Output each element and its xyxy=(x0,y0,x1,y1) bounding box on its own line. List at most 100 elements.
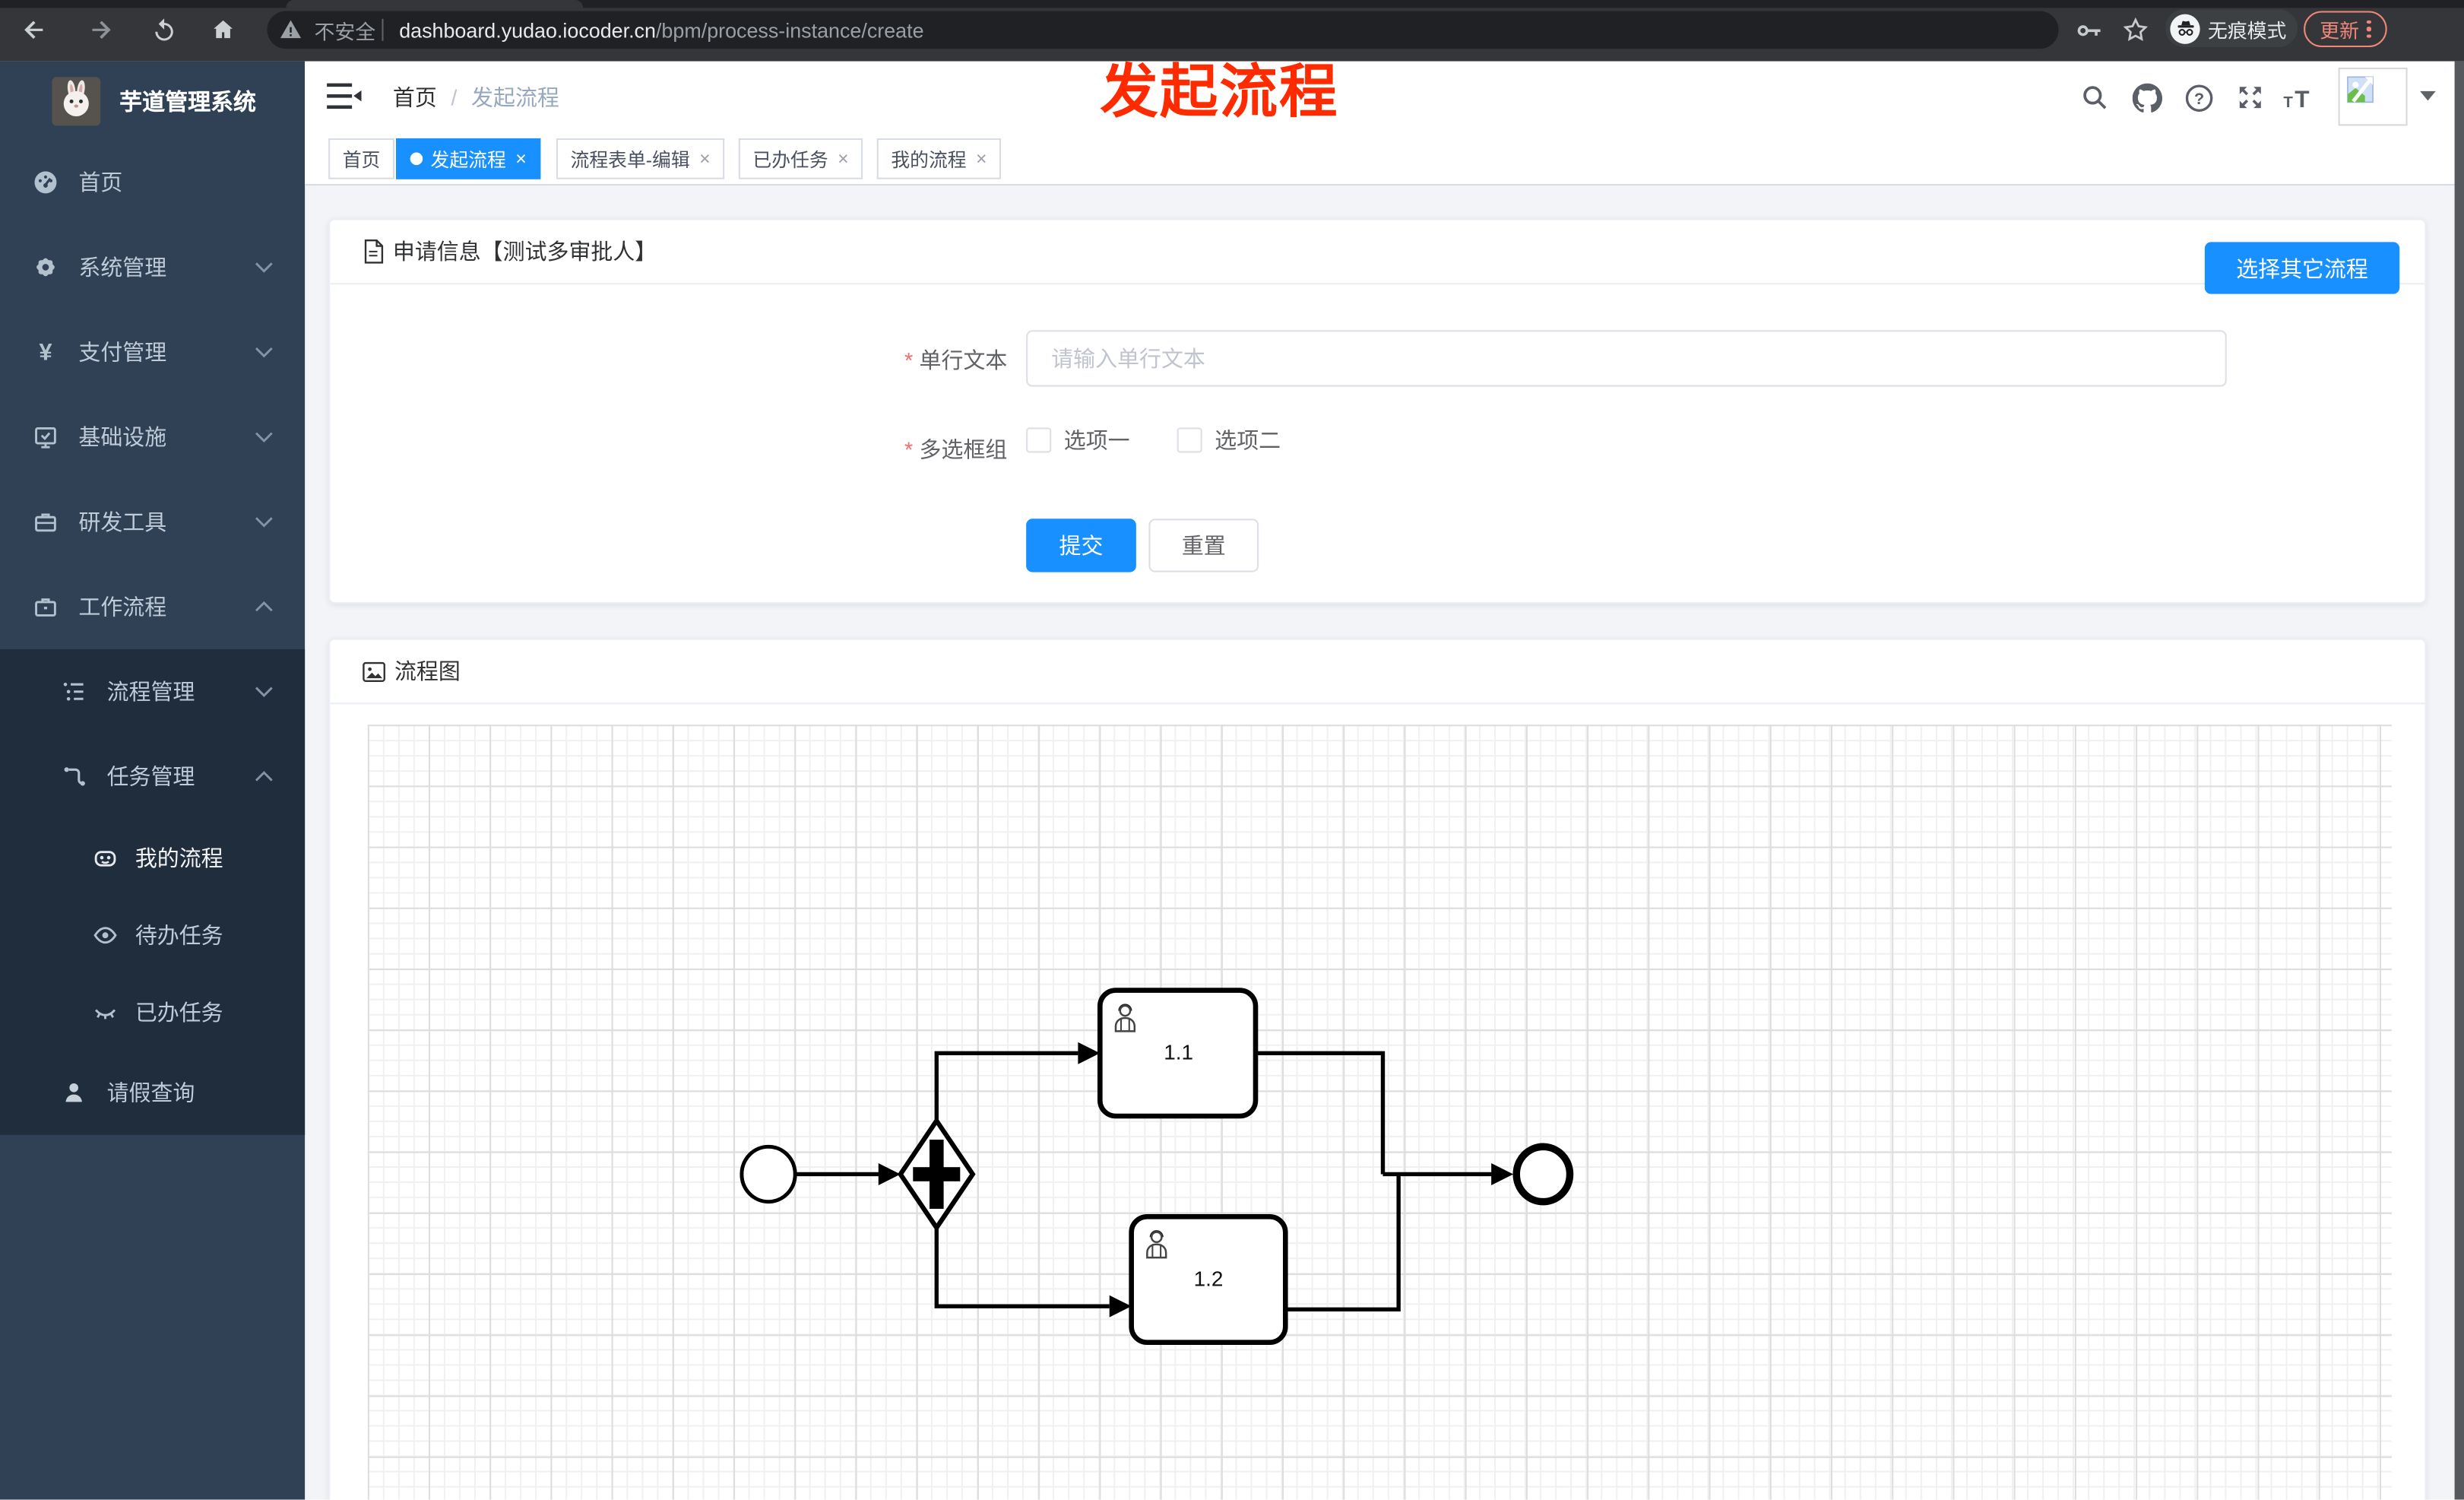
breadcrumb-separator: / xyxy=(451,84,458,109)
browser-home-button[interactable] xyxy=(204,11,242,49)
close-icon[interactable]: × xyxy=(838,147,849,170)
sidebar-item-my-process[interactable]: 我的流程 xyxy=(0,819,305,896)
bpmn-canvas[interactable]: 1.1 1.2 xyxy=(367,725,2392,1500)
arrowhead xyxy=(1078,1042,1101,1064)
arrowhead xyxy=(878,1163,901,1185)
robot-face-icon xyxy=(94,850,116,866)
sidebar-item-system[interactable]: 系统管理 xyxy=(0,225,305,310)
page-scrollbar[interactable] xyxy=(2454,61,2464,1500)
required-asterisk: * xyxy=(904,347,914,373)
browser-forward-button[interactable] xyxy=(82,11,120,49)
sidebar-item-devtools[interactable]: 研发工具 xyxy=(0,480,305,565)
sidebar-item-done-tasks[interactable]: 已办任务 xyxy=(0,973,305,1050)
process-diagram-card: 流程图 1.1 1.2 xyxy=(328,638,2427,1500)
yen-icon: ¥ xyxy=(39,340,52,365)
diagram-card-header: 流程图 xyxy=(330,640,2425,705)
sidebar-item-infra[interactable]: 基础设施 xyxy=(0,395,305,480)
github-icon xyxy=(2131,82,2162,112)
reset-button[interactable]: 重置 xyxy=(1148,518,1259,572)
close-icon[interactable]: × xyxy=(515,147,527,170)
header-fontsize-button[interactable]: TT xyxy=(2282,80,2316,114)
checkbox-option-1[interactable]: 选项一 xyxy=(1026,424,1130,455)
sidebar-item-home[interactable]: 首页 xyxy=(0,140,305,225)
checkbox-icon[interactable] xyxy=(1177,427,1202,453)
browser-update-button[interactable]: 更新 xyxy=(2304,11,2387,48)
sidebar-item-label: 我的流程 xyxy=(135,845,223,871)
hamburger-collapse-icon xyxy=(327,83,362,109)
incognito-label: 无痕模式 xyxy=(2207,19,2287,42)
user-avatar[interactable] xyxy=(2338,67,2408,126)
update-label: 更新 xyxy=(2320,20,2359,43)
svg-text:¥: ¥ xyxy=(39,340,52,365)
svg-text:T: T xyxy=(2295,85,2309,112)
sidebar-item-workflow[interactable]: 工作流程 xyxy=(0,564,305,649)
sidebar-item-payment[interactable]: ¥ 支付管理 xyxy=(0,309,305,395)
checkbox-icon[interactable] xyxy=(1026,427,1052,453)
url-bar[interactable]: 不安全 dashboard.yudao.iocoder.cn/bpm/proce… xyxy=(267,11,2059,49)
key-icon xyxy=(2076,24,2100,36)
bpmn-user-task-1-2[interactable]: 1.2 xyxy=(1129,1214,1288,1346)
browser-menu-icon[interactable] xyxy=(2367,20,2371,39)
apply-info-card: 申请信息【测试多审批人】 选择其它流程 *单行文本 *多选框组 选项一 选项二 … xyxy=(328,218,2427,604)
browser-reload-button[interactable] xyxy=(144,11,182,49)
sidebar-item-todo-tasks[interactable]: 待办任务 xyxy=(0,896,305,973)
bookmark-star-button[interactable] xyxy=(2117,11,2155,49)
chevron-up-icon xyxy=(255,771,273,782)
tab-my-process[interactable]: 我的流程 × xyxy=(876,138,1002,179)
sidebar-item-label: 支付管理 xyxy=(78,339,167,365)
apply-info-card-header: 申请信息【测试多审批人】 xyxy=(330,220,2425,285)
bpmn-end-event[interactable] xyxy=(1512,1143,1574,1206)
checkbox-group: 选项一 选项二 xyxy=(1026,424,1281,455)
tab-done-tasks[interactable]: 已办任务 × xyxy=(738,138,863,179)
header-search-button[interactable] xyxy=(2077,80,2111,114)
reload-icon xyxy=(154,17,173,40)
tab-home[interactable]: 首页 xyxy=(328,138,394,179)
search-icon xyxy=(2083,86,2107,109)
not-secure-warning-icon xyxy=(280,20,302,39)
browser-active-tab[interactable] xyxy=(286,0,584,8)
sidebar-item-label: 系统管理 xyxy=(78,254,167,281)
header-github-button[interactable] xyxy=(2130,80,2164,114)
header-fullscreen-button[interactable] xyxy=(2233,80,2267,114)
sidebar-item-label: 待办任务 xyxy=(135,921,223,947)
sidebar-item-label: 研发工具 xyxy=(78,509,167,534)
tree-list-icon xyxy=(63,682,84,701)
browser-back-button[interactable] xyxy=(16,11,54,49)
sidebar-logo-row[interactable]: 芋道管理系统 xyxy=(0,62,305,140)
sidebar-collapse-button[interactable] xyxy=(327,82,362,110)
single-line-text-input[interactable] xyxy=(1026,330,2227,387)
sidebar-item-process-mgmt[interactable]: 流程管理 xyxy=(0,649,305,734)
sidebar-item-label: 工作流程 xyxy=(78,594,167,620)
monitor-icon xyxy=(35,427,56,449)
sidebar-item-task-mgmt[interactable]: 任务管理 xyxy=(0,734,305,820)
sidebar-item-label: 流程管理 xyxy=(106,679,195,705)
chevron-down-icon xyxy=(255,517,273,528)
chevron-up-icon xyxy=(255,601,273,612)
url-divider xyxy=(382,18,384,41)
bpmn-start-event[interactable] xyxy=(740,1144,797,1204)
required-asterisk: * xyxy=(904,436,914,462)
tab-process-form-edit[interactable]: 流程表单-编辑 × xyxy=(556,138,725,179)
incognito-icon xyxy=(2170,13,2200,43)
close-icon[interactable]: × xyxy=(976,147,987,170)
sidebar-submenu-workflow: 流程管理 任务管理 我的流程 待办任务 已办任务 请假查询 xyxy=(0,649,306,1135)
chevron-down-icon xyxy=(255,262,273,273)
breadcrumb: 首页 / 发起流程 xyxy=(393,62,559,132)
breadcrumb-home[interactable]: 首页 xyxy=(393,81,437,112)
bpmn-user-task-1-1[interactable]: 1.1 xyxy=(1097,988,1259,1119)
person-icon xyxy=(65,1083,82,1102)
tab-start-process[interactable]: 发起流程 × xyxy=(396,138,541,179)
password-key-button[interactable] xyxy=(2070,11,2108,49)
header-help-button[interactable]: ? xyxy=(2181,80,2215,114)
back-arrow-icon xyxy=(24,21,43,40)
close-icon[interactable]: × xyxy=(699,147,711,170)
sidebar-item-leave-query[interactable]: 请假查询 xyxy=(0,1050,305,1135)
briefcase-icon xyxy=(35,598,56,617)
bpmn-parallel-gateway[interactable] xyxy=(897,1116,976,1232)
submit-button[interactable]: 提交 xyxy=(1026,518,1136,572)
avatar-dropdown-caret[interactable] xyxy=(2420,90,2436,101)
choose-other-process-button[interactable]: 选择其它流程 xyxy=(2204,242,2400,294)
checkbox-option-2[interactable]: 选项二 xyxy=(1177,424,1281,455)
flow-gateway-to-task2 xyxy=(934,1226,1110,1308)
security-label: 不安全 xyxy=(314,19,376,43)
